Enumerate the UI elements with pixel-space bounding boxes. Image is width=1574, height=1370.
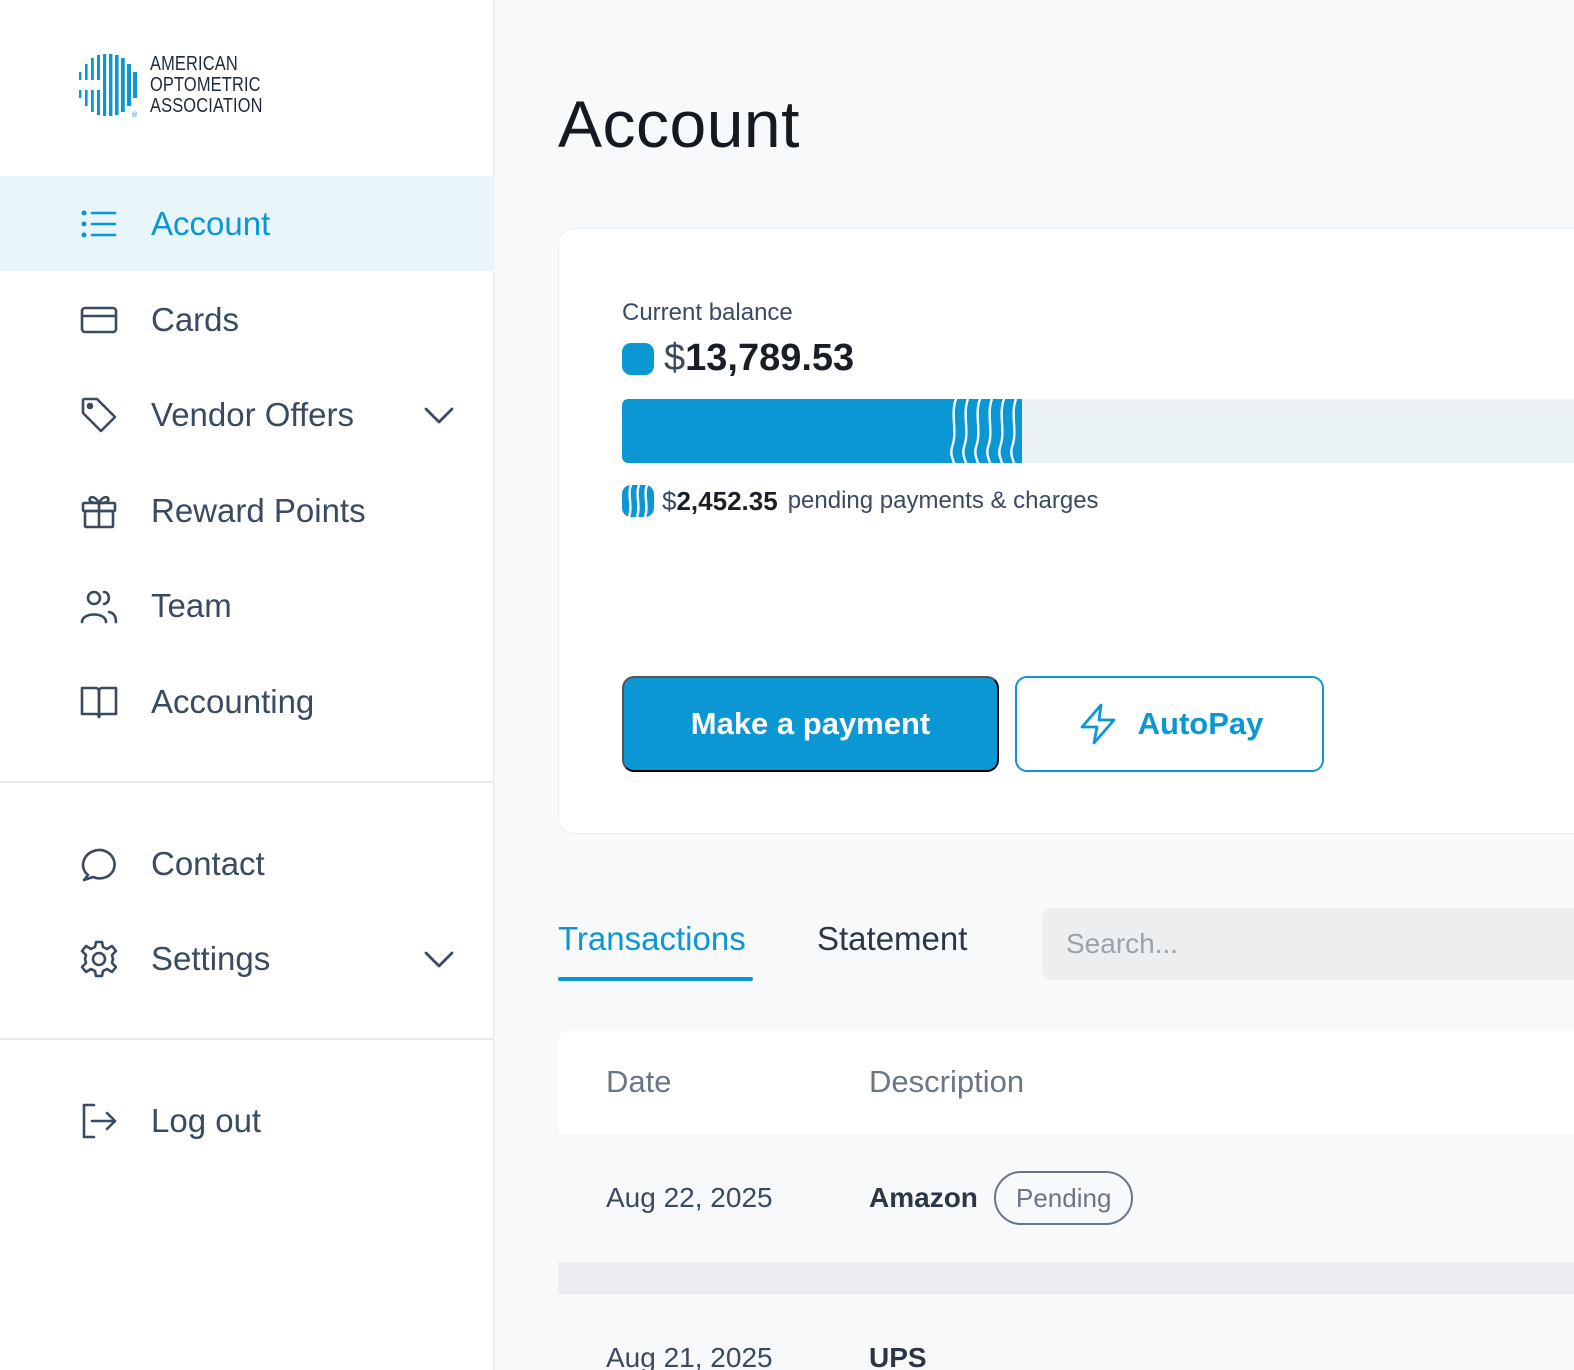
sidebar-item-reward-points[interactable]: Reward Points bbox=[0, 463, 494, 558]
autopay-label: AutoPay bbox=[1137, 706, 1264, 741]
sidebar-item-label: Accounting bbox=[151, 682, 315, 720]
balance-amount-row: $ 13,789.53 bbox=[622, 337, 854, 380]
tab-transactions[interactable]: Transactions bbox=[558, 920, 746, 958]
sidebar-item-account[interactable]: Account bbox=[0, 176, 494, 271]
gift-icon bbox=[80, 492, 118, 530]
sidebar-item-accounting[interactable]: Accounting bbox=[0, 654, 494, 749]
make-payment-button[interactable]: Make a payment bbox=[622, 676, 999, 772]
sidebar-divider bbox=[0, 1038, 494, 1040]
sidebar-item-cards[interactable]: Cards bbox=[0, 272, 494, 367]
posted-legend-swatch bbox=[622, 342, 654, 375]
row-date: Aug 21, 2025 bbox=[606, 1342, 773, 1370]
sidebar-item-label: Vendor Offers bbox=[151, 395, 355, 433]
aoa-logo[interactable]: ® AMERICAN OPTOMETRIC ASSOCIATION bbox=[78, 52, 287, 118]
chevron-down-icon[interactable] bbox=[422, 942, 456, 976]
row-description: Amazon bbox=[869, 1182, 978, 1213]
sidebar-item-label: Contact bbox=[151, 844, 265, 882]
table-row[interactable]: Aug 21, 2025 UPS bbox=[558, 1294, 1574, 1370]
pending-label: pending payments & charges bbox=[787, 487, 1099, 514]
balance-amount: 13,789.53 bbox=[685, 337, 855, 379]
credit-card-icon bbox=[80, 301, 118, 339]
gear-icon bbox=[80, 940, 118, 978]
logo-line-3: ASSOCIATION bbox=[150, 94, 263, 117]
tab-statement[interactable]: Statement bbox=[817, 920, 967, 958]
balance-bar bbox=[622, 399, 1574, 463]
sidebar-item-team[interactable]: Team bbox=[0, 558, 494, 653]
pending-row: $ 2,452.35 pending payments & charges bbox=[622, 485, 1099, 517]
sidebar-item-vendor-offers[interactable]: Vendor Offers bbox=[0, 367, 494, 462]
logout-button[interactable]: Log out bbox=[0, 1073, 494, 1168]
table-row[interactable]: Aug 22, 2025 Amazon Pending bbox=[558, 1134, 1574, 1262]
list-icon bbox=[80, 205, 118, 243]
logo-line-1: AMERICAN bbox=[150, 52, 238, 75]
row-date: Aug 22, 2025 bbox=[606, 1182, 773, 1213]
pending-currency: $ bbox=[662, 485, 677, 516]
logout-icon bbox=[80, 1102, 118, 1140]
sidebar-item-label: Reward Points bbox=[151, 491, 366, 529]
sidebar-item-label: Cards bbox=[151, 300, 240, 338]
sidebar-item-label: Account bbox=[151, 204, 271, 242]
svg-text:®: ® bbox=[131, 111, 138, 118]
chevron-down-icon[interactable] bbox=[422, 398, 456, 432]
lightning-icon bbox=[1080, 703, 1116, 745]
chat-bubble-icon bbox=[80, 845, 118, 883]
balance-bar-posted bbox=[622, 399, 948, 463]
tag-icon bbox=[80, 396, 118, 434]
book-icon bbox=[80, 683, 118, 721]
pending-legend-swatch-icon bbox=[622, 485, 654, 517]
column-header-description[interactable]: Description bbox=[869, 1064, 1024, 1100]
logo-wordmark: AMERICAN OPTOMETRIC ASSOCIATION bbox=[150, 52, 263, 117]
balance-bar-pending bbox=[948, 399, 1022, 463]
users-icon bbox=[80, 587, 118, 625]
logout-label: Log out bbox=[151, 1101, 262, 1139]
table-header: Date Description bbox=[558, 1030, 1574, 1134]
aoa-logo-mark-icon: ® bbox=[79, 54, 138, 118]
sidebar-item-label: Team bbox=[151, 586, 232, 624]
pending-amount: 2,452.35 bbox=[676, 485, 778, 516]
active-tab-indicator bbox=[558, 977, 753, 981]
row-separator bbox=[558, 1262, 1574, 1294]
sidebar: ® AMERICAN OPTOMETRIC ASSOCIATION Accoun… bbox=[0, 0, 494, 1370]
balance-currency: $ bbox=[664, 337, 686, 379]
search-input[interactable] bbox=[1042, 908, 1574, 980]
sidebar-item-settings[interactable]: Settings bbox=[0, 911, 494, 1006]
row-description: UPS bbox=[869, 1342, 927, 1370]
sidebar-item-label: Settings bbox=[151, 939, 271, 977]
status-badge: Pending bbox=[994, 1171, 1134, 1225]
sidebar-divider bbox=[0, 781, 494, 783]
balance-card: Current balance $ 13,789.53 $ 2,452.35 p… bbox=[558, 228, 1574, 834]
autopay-button[interactable]: AutoPay bbox=[1015, 676, 1324, 772]
sidebar-item-contact[interactable]: Contact bbox=[0, 816, 494, 911]
page-title: Account bbox=[558, 87, 800, 161]
logo-line-2: OPTOMETRIC bbox=[150, 73, 261, 96]
balance-label: Current balance bbox=[622, 299, 793, 326]
column-header-date[interactable]: Date bbox=[606, 1064, 671, 1100]
